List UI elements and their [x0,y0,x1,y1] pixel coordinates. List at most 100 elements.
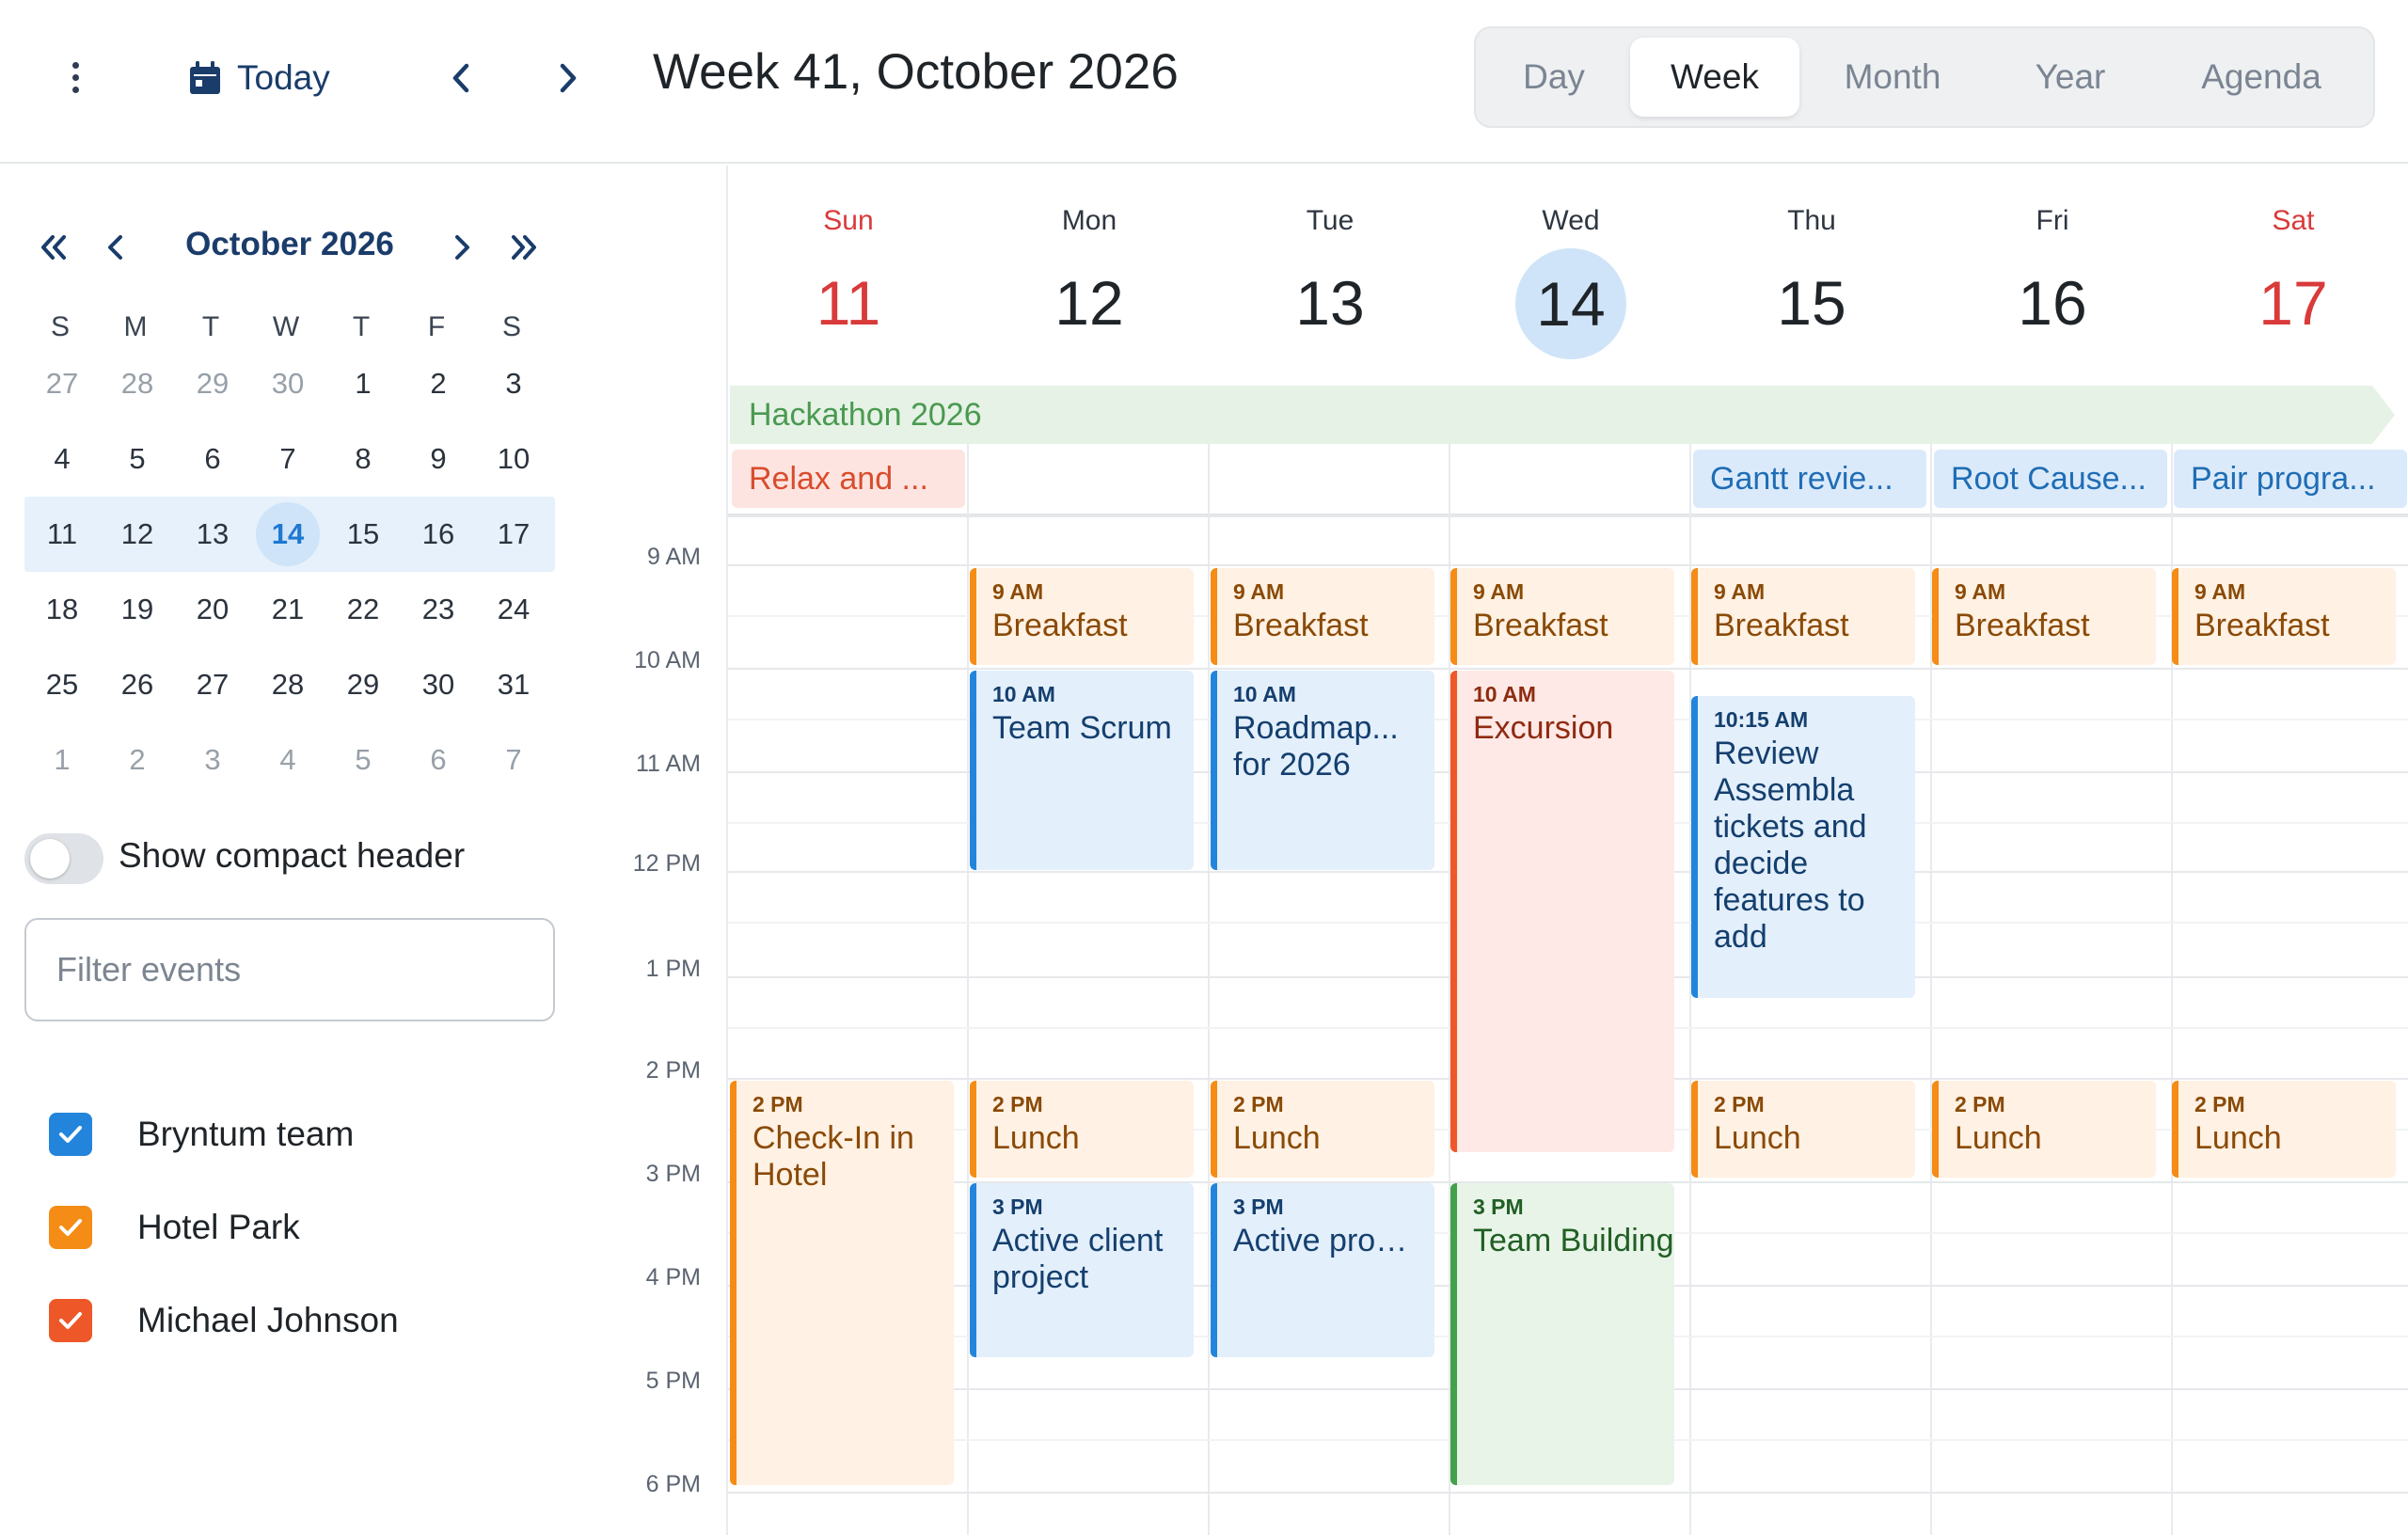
mini-calendar-day[interactable]: 1 [325,346,401,421]
resource-checkbox[interactable] [49,1113,92,1156]
mini-calendar-day[interactable]: 5 [325,722,401,798]
mini-calendar-day[interactable]: 29 [325,647,401,722]
day-header-sun[interactable]: Sun 11 [728,166,969,382]
calendar-icon [190,61,220,94]
event-block[interactable]: 9 AM Breakfast [970,568,1194,665]
resource-checkbox[interactable] [49,1299,92,1342]
mini-calendar-day[interactable]: 28 [100,346,175,421]
resource-checkbox[interactable] [49,1206,92,1249]
day-header-sat[interactable]: Sat 17 [2173,166,2408,382]
event-block[interactable]: 2 PM Check-In in Hotel [730,1081,954,1485]
event-block[interactable]: 3 PM Active programm... [1211,1183,1434,1357]
day-header-fri[interactable]: Fri 16 [1932,166,2173,382]
mini-calendar-day[interactable]: 10 [476,421,551,497]
mode-month-button[interactable]: Month [1822,38,1963,117]
mini-calendar-day[interactable]: 19 [100,572,175,647]
mini-calendar-day[interactable]: 6 [401,722,476,798]
all-day-event[interactable]: Gantt revie... [1693,450,1926,508]
mini-calendar-day[interactable]: 29 [175,346,250,421]
mini-calendar-day[interactable]: 11 [24,497,100,572]
resource-filter-item[interactable]: Bryntum team [49,1108,354,1161]
day-header-thu[interactable]: Thu 15 [1691,166,1932,382]
mini-calendar-day[interactable]: 23 [401,572,476,647]
mini-calendar-day[interactable]: 4 [24,421,100,497]
compact-header-toggle[interactable] [24,833,103,884]
mode-agenda-button[interactable]: Agenda [2172,38,2351,117]
mini-calendar-day-number: 11 [46,517,78,550]
mini-calendar-day[interactable]: 5 [100,421,175,497]
event-block[interactable]: 10 AM Team Scrum [970,671,1194,870]
event-block[interactable]: 2 PM Lunch [2172,1081,2396,1178]
mini-calendar-day[interactable]: 17 [476,497,551,572]
event-block[interactable]: 2 PM Lunch [1691,1081,1915,1178]
resource-filter-item[interactable]: Hotel Park [49,1201,300,1254]
all-day-event[interactable]: Root Cause... [1934,450,2167,508]
mini-calendar-today[interactable]: 14 [250,497,325,572]
event-block[interactable]: 9 AM Breakfast [1691,568,1915,665]
all-day-event[interactable]: Pair progra... [2174,450,2407,508]
mode-week-button[interactable]: Week [1630,38,1799,117]
filter-events-input[interactable] [24,918,555,1021]
event-block[interactable]: 2 PM Lunch [1932,1081,2156,1178]
event-block[interactable]: 2 PM Lunch [970,1081,1194,1178]
event-block[interactable]: 9 AM Breakfast [1211,568,1434,665]
all-day-event-hackathon[interactable]: Hackathon 2026 [730,386,2395,444]
mini-calendar-day[interactable]: 6 [175,421,250,497]
mini-calendar-day[interactable]: 7 [476,722,551,798]
mini-calendar-day[interactable]: 24 [476,572,551,647]
next-month-button[interactable] [436,222,487,273]
day-header-tue[interactable]: Tue 13 [1210,166,1450,382]
mini-calendar-day[interactable]: 12 [100,497,175,572]
all-day-event[interactable]: Relax and ... [732,450,965,508]
mini-calendar-day-number: 4 [279,743,296,776]
mode-day-button[interactable]: Day [1502,38,1606,117]
previous-month-button[interactable] [90,222,141,273]
mini-calendar-day[interactable]: 8 [325,421,401,497]
previous-week-button[interactable] [438,53,485,103]
mini-calendar-day[interactable]: 27 [24,346,100,421]
day-header-wed[interactable]: Wed 14 [1450,166,1691,382]
mini-calendar-day[interactable]: 7 [250,421,325,497]
event-block[interactable]: 3 PM Active client project [970,1183,1194,1357]
mini-calendar-day[interactable]: 2 [100,722,175,798]
mini-calendar-day[interactable]: 13 [175,497,250,572]
mini-calendar-day[interactable]: 30 [401,647,476,722]
menu-dots-icon[interactable] [56,56,94,98]
day-header-mon[interactable]: Mon 12 [969,166,1210,382]
event-block[interactable]: 10 AM Excursion [1450,671,1674,1152]
mini-calendar-day[interactable]: 22 [325,572,401,647]
event-block[interactable]: 10:15 AM Review Assembla tickets and deci… [1691,696,1915,999]
mini-calendar-day[interactable]: 31 [476,647,551,722]
event-block[interactable]: 10 AM Roadmap... for 2026 [1211,671,1434,870]
next-year-button[interactable] [499,222,549,273]
today-button[interactable]: Today [188,47,330,109]
mini-calendar-day[interactable]: 18 [24,572,100,647]
mode-year-button[interactable]: Year [2004,38,2136,117]
event-block[interactable]: 3 PM Team Building [1450,1183,1674,1485]
next-week-button[interactable] [544,53,591,103]
event-block[interactable]: 9 AM Breakfast [1932,568,2156,665]
resource-filter-item[interactable]: Michael Johnson [49,1294,399,1347]
mini-calendar-day[interactable]: 25 [24,647,100,722]
event-block[interactable]: 9 AM Breakfast [1450,568,1674,665]
mini-calendar-day[interactable]: 4 [250,722,325,798]
previous-year-button[interactable] [28,222,79,273]
mini-calendar-day[interactable]: 16 [401,497,476,572]
event-block[interactable]: 9 AM Breakfast [2172,568,2396,665]
mini-calendar-day[interactable]: 2 [401,346,476,421]
mini-calendar-day[interactable]: 9 [401,421,476,497]
event-block[interactable]: 2 PM Lunch [1211,1081,1434,1178]
mini-calendar-day-number: 7 [505,743,522,776]
mini-calendar-day[interactable]: 1 [24,722,100,798]
mini-calendar-day[interactable]: 3 [476,346,551,421]
mini-calendar-day[interactable]: 27 [175,647,250,722]
mini-calendar-day[interactable]: 28 [250,647,325,722]
time-label: 1 PM [645,956,701,982]
mini-calendar-day[interactable]: 15 [325,497,401,572]
mini-calendar-day[interactable]: 21 [250,572,325,647]
mini-calendar-day[interactable]: 3 [175,722,250,798]
mini-calendar-day[interactable]: 20 [175,572,250,647]
mini-calendar-day[interactable]: 30 [250,346,325,421]
mini-calendar-day[interactable]: 26 [100,647,175,722]
mini-calendar-day-number: 13 [196,517,230,550]
